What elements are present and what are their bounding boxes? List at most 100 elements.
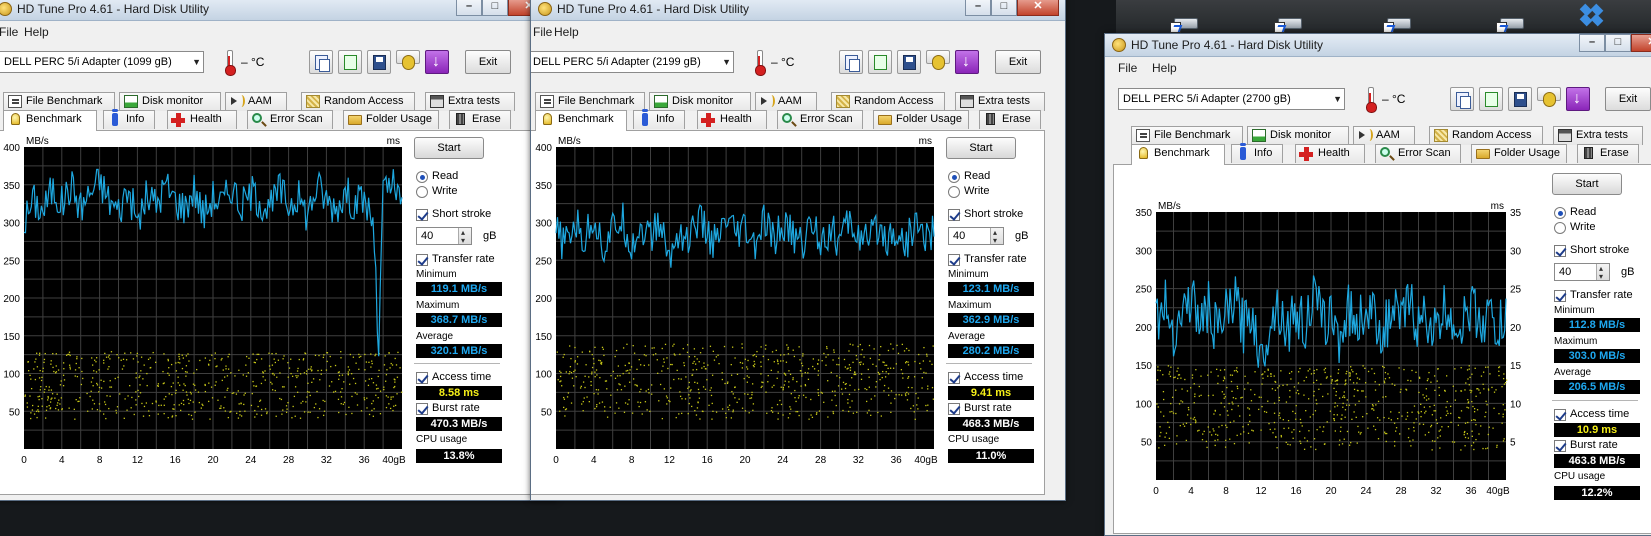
minimize-button[interactable]: – — [456, 0, 482, 16]
close-button[interactable]: ✕ — [1631, 34, 1651, 52]
title-bar[interactable]: HD Tune Pro 4.61 - Hard Disk Utility – □… — [531, 0, 1065, 21]
start-button[interactable]: Start — [414, 137, 484, 159]
burst-rate-checkbox[interactable]: Burst rate — [416, 402, 480, 416]
tab-disk-monitor[interactable]: Disk monitor — [119, 92, 221, 111]
read-radio[interactable]: Read — [1554, 206, 1596, 220]
tab-disk-monitor[interactable]: Disk monitor — [1247, 126, 1349, 145]
tab-aam[interactable]: AAM — [755, 92, 817, 111]
drive-select[interactable]: DELL PERC 5/i Adapter (1099 gB) ▼ — [0, 51, 204, 73]
tab-error-scan[interactable]: Error Scan — [777, 110, 863, 129]
exit-button[interactable]: Exit — [1605, 87, 1651, 111]
tab-extra-tests[interactable]: Extra tests — [1553, 126, 1643, 145]
tab-erase[interactable]: Erase — [1577, 144, 1639, 163]
spinner-arrows-icon[interactable] — [1596, 261, 1609, 285]
tab-info[interactable]: Info — [633, 109, 685, 129]
tab-error-scan[interactable]: Error Scan — [1375, 144, 1461, 163]
maximize-button[interactable]: □ — [482, 0, 508, 16]
menu-file[interactable]: File — [1118, 61, 1137, 75]
write-radio[interactable]: Write — [416, 185, 457, 199]
tab-erase[interactable]: Erase — [979, 110, 1041, 129]
tab-random-access[interactable]: Random Access — [301, 92, 415, 111]
tab-health[interactable]: Health — [697, 110, 767, 129]
copy-text-button[interactable] — [1450, 87, 1474, 111]
transfer-rate-checkbox[interactable]: Transfer rate — [416, 253, 495, 267]
close-button[interactable]: ✕ — [1017, 0, 1059, 16]
tab-extra-tests[interactable]: Extra tests — [425, 92, 515, 111]
tab-benchmark[interactable]: Benchmark — [3, 110, 97, 131]
tab-file-benchmark[interactable]: File Benchmark — [535, 92, 645, 111]
menu-file[interactable]: File — [533, 25, 552, 39]
menu-file[interactable]: File — [0, 25, 18, 39]
tab-benchmark[interactable]: Benchmark — [1131, 144, 1225, 165]
access-time-checkbox[interactable]: Access time — [1554, 408, 1629, 422]
menu-help[interactable]: Help — [24, 25, 49, 39]
drive-shortcut-icon[interactable] — [1496, 12, 1526, 33]
drive-shortcut-icon[interactable] — [1170, 12, 1200, 33]
options-button[interactable] — [926, 50, 950, 70]
save-button[interactable] — [897, 50, 921, 74]
options-button[interactable] — [396, 50, 420, 70]
exit-button[interactable]: Exit — [465, 50, 511, 74]
copy-text-button[interactable] — [309, 50, 333, 74]
spinner-arrows-icon[interactable] — [458, 225, 471, 249]
short-stroke-size-input[interactable]: 40 — [948, 225, 1004, 249]
menu-help[interactable]: Help — [554, 25, 579, 39]
download-button[interactable]: ↓ — [955, 50, 979, 74]
tab-aam[interactable]: AAM — [1353, 126, 1415, 145]
options-button[interactable] — [1537, 87, 1561, 107]
copy-screenshot-button[interactable] — [868, 50, 892, 74]
read-radio[interactable]: Read — [948, 170, 990, 184]
tab-info[interactable]: Info — [103, 109, 155, 129]
write-radio[interactable]: Write — [948, 185, 989, 199]
transfer-rate-checkbox[interactable]: Transfer rate — [1554, 289, 1633, 303]
tab-file-benchmark[interactable]: File Benchmark — [1131, 126, 1243, 145]
save-button[interactable] — [367, 50, 391, 74]
save-button[interactable] — [1508, 87, 1532, 111]
tab-info[interactable]: Info — [1231, 143, 1283, 163]
tab-erase[interactable]: Erase — [449, 110, 511, 129]
drive-shortcut-icon[interactable] — [1274, 12, 1304, 33]
burst-rate-checkbox[interactable]: Burst rate — [948, 402, 1012, 416]
title-bar[interactable]: HD Tune Pro 4.61 - Hard Disk Utility – □… — [1105, 34, 1651, 57]
access-time-checkbox[interactable]: Access time — [416, 371, 491, 385]
short-stroke-size-input[interactable]: 40 — [416, 225, 472, 249]
short-stroke-checkbox[interactable]: Short stroke — [416, 208, 491, 222]
tab-folder-usage[interactable]: Folder Usage — [1471, 144, 1567, 163]
tab-aam[interactable]: AAM — [225, 92, 287, 111]
short-stroke-size-input[interactable]: 40 — [1554, 261, 1610, 285]
minimize-button[interactable]: – — [1579, 34, 1605, 52]
title-bar[interactable]: HD Tune Pro 4.61 - Hard Disk Utility – □… — [0, 0, 556, 21]
maximize-button[interactable]: □ — [1605, 34, 1631, 52]
download-button[interactable]: ↓ — [425, 50, 449, 74]
start-button[interactable]: Start — [1552, 173, 1622, 195]
short-stroke-checkbox[interactable]: Short stroke — [1554, 244, 1629, 258]
transfer-rate-checkbox[interactable]: Transfer rate — [948, 253, 1027, 267]
tab-benchmark[interactable]: Benchmark — [535, 110, 627, 131]
read-radio[interactable]: Read — [416, 170, 458, 184]
tab-folder-usage[interactable]: Folder Usage — [343, 110, 439, 129]
tab-random-access[interactable]: Random Access — [1429, 126, 1543, 145]
tab-health[interactable]: Health — [167, 110, 237, 129]
maximize-button[interactable]: □ — [991, 0, 1017, 16]
burst-rate-checkbox[interactable]: Burst rate — [1554, 439, 1618, 453]
tab-error-scan[interactable]: Error Scan — [247, 110, 333, 129]
spinner-arrows-icon[interactable] — [990, 225, 1003, 249]
dropbox-icon[interactable] — [1578, 3, 1606, 29]
access-time-checkbox[interactable]: Access time — [948, 371, 1023, 385]
tab-random-access[interactable]: Random Access — [831, 92, 945, 111]
copy-screenshot-button[interactable] — [1479, 87, 1503, 111]
drive-select[interactable]: DELL PERC 5/i Adapter (2199 gB) ▼ — [531, 51, 734, 73]
write-radio[interactable]: Write — [1554, 221, 1595, 235]
tab-extra-tests[interactable]: Extra tests — [955, 92, 1045, 111]
start-button[interactable]: Start — [946, 137, 1016, 159]
copy-text-button[interactable] — [839, 50, 863, 74]
tab-file-benchmark[interactable]: File Benchmark — [3, 92, 115, 111]
short-stroke-checkbox[interactable]: Short stroke — [948, 208, 1023, 222]
download-button[interactable]: ↓ — [1566, 87, 1590, 111]
tab-disk-monitor[interactable]: Disk monitor — [649, 92, 751, 111]
menu-help[interactable]: Help — [1152, 61, 1177, 75]
tab-health[interactable]: Health — [1295, 144, 1365, 163]
exit-button[interactable]: Exit — [995, 50, 1041, 74]
drive-shortcut-icon[interactable] — [1383, 12, 1413, 33]
copy-screenshot-button[interactable] — [338, 50, 362, 74]
